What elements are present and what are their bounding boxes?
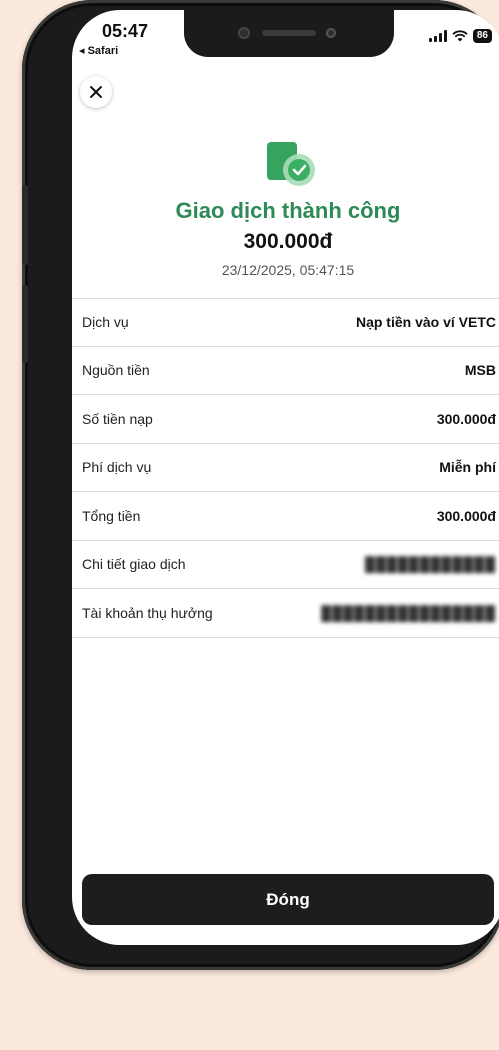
- detail-value: MSB: [464, 362, 496, 379]
- signal-icon: [428, 30, 447, 42]
- detail-label: Nguồn tiền: [82, 362, 150, 379]
- blurred-beneficiary-account: ████████████████: [321, 604, 496, 621]
- details-list: Dịch vụ Nạp tiền vào ví VETC Nguồn tiền …: [72, 298, 499, 638]
- detail-row-transaction: Chi tiết giao dịch ████████████: [72, 541, 499, 589]
- side-button: [22, 285, 28, 363]
- detail-value: Miễn phí: [439, 459, 496, 476]
- detail-label: Tổng tiền: [82, 507, 141, 524]
- detail-label: Tài khoản thụ hưởng: [82, 604, 213, 621]
- status-time: 05:47: [102, 21, 149, 41]
- wifi-icon: [452, 30, 468, 42]
- detail-row-service: Dịch vụ Nạp tiền vào ví VETC: [72, 298, 499, 347]
- result-title: Giao dịch thành công: [175, 198, 401, 223]
- detail-label: Phí dịch vụ: [82, 459, 152, 476]
- blurred-transaction-id: ████████████: [364, 556, 496, 573]
- result-datetime: 23/12/2025, 05:47:15: [221, 262, 355, 278]
- detail-row-beneficiary: Tài khoản thụ hưởng ████████████████: [72, 589, 499, 638]
- close-main-button[interactable]: Đóng: [82, 874, 494, 925]
- speaker: [262, 30, 316, 36]
- detail-label: Dịch vụ: [82, 314, 129, 331]
- back-to-safari-link[interactable]: ◂ Safari: [79, 44, 118, 57]
- success-check-icon: [267, 142, 315, 186]
- sensor-icon: [238, 27, 250, 39]
- detail-value: 300.000đ: [436, 507, 496, 524]
- detail-row-total: Tổng tiền 300.000đ: [72, 492, 499, 541]
- detail-row-fee: Phí dịch vụ Miễn phí: [72, 444, 499, 492]
- detail-label: Chi tiết giao dịch: [82, 556, 186, 573]
- notch: [184, 10, 394, 57]
- detail-row-source: Nguồn tiền MSB: [72, 347, 499, 395]
- result-amount: 300.000đ: [243, 230, 333, 253]
- detail-row-amount: Số tiền nạp 300.000đ: [72, 395, 499, 444]
- detail-label: Số tiền nạp: [82, 410, 153, 427]
- close-icon: [90, 86, 102, 98]
- phone-screen: 05:47 ◂ Safari 86 Giao dịch thành công 3…: [72, 10, 499, 945]
- camera-icon: [326, 28, 336, 38]
- battery-icon: 86: [472, 29, 492, 43]
- detail-value: Nạp tiền vào ví VETC: [355, 314, 496, 331]
- detail-value: 300.000đ: [436, 410, 496, 427]
- side-button: [22, 185, 28, 265]
- phone-frame: 05:47 ◂ Safari 86 Giao dịch thành công 3…: [22, 0, 499, 970]
- close-button[interactable]: [80, 76, 112, 108]
- status-icons: 86: [428, 28, 492, 44]
